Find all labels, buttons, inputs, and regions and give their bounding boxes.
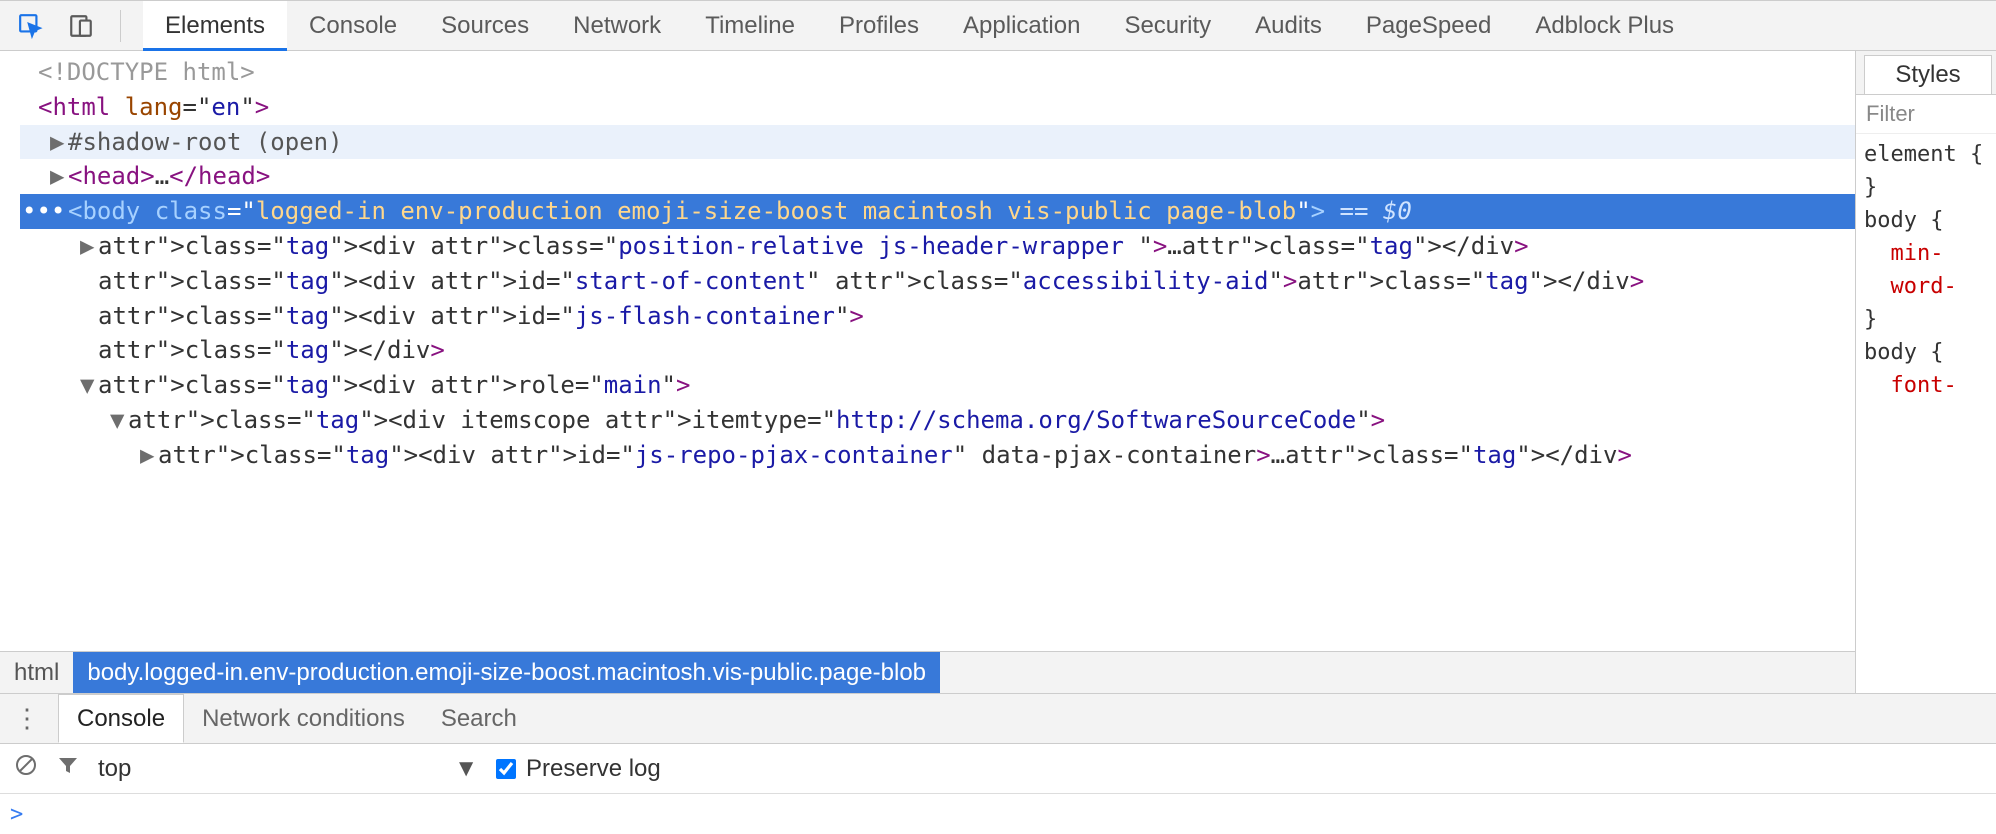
drawer-tab-console[interactable]: Console: [58, 694, 184, 743]
tab-application[interactable]: Application: [941, 1, 1102, 50]
expander-icon[interactable]: ▶: [50, 125, 68, 160]
inspect-element-icon[interactable]: [14, 9, 48, 43]
context-selector[interactable]: top ▼: [98, 755, 478, 783]
dom-node[interactable]: <!DOCTYPE html>: [20, 55, 1855, 90]
breadcrumb-item[interactable]: html: [0, 652, 73, 693]
expander-icon[interactable]: ▶: [140, 438, 158, 473]
filter-icon[interactable]: [56, 753, 80, 784]
dom-node[interactable]: ▼attr">class="tag"><div itemscope attr">…: [20, 403, 1855, 438]
dom-node[interactable]: ▼attr">class="tag"><div attr">role="main…: [20, 368, 1855, 403]
styles-filter-input[interactable]: Filter: [1856, 95, 1996, 134]
dom-node[interactable]: ▶attr">class="tag"><div attr">class="pos…: [20, 229, 1855, 264]
drawer-tab-network-conditions[interactable]: Network conditions: [184, 694, 423, 743]
main-tabs: ElementsConsoleSourcesNetworkTimelinePro…: [143, 1, 1696, 50]
drawer-tabs: ⋮ ConsoleNetwork conditionsSearch: [0, 694, 1996, 744]
styles-sidebar: Styles Filter element {}body { min- word…: [1856, 51, 1996, 693]
tab-network[interactable]: Network: [551, 1, 683, 50]
breadcrumb-item[interactable]: body.logged-in.env-production.emoji-size…: [73, 652, 940, 693]
tab-elements[interactable]: Elements: [143, 1, 287, 50]
devtools-toolbar: ElementsConsoleSourcesNetworkTimelinePro…: [0, 1, 1996, 51]
tab-security[interactable]: Security: [1102, 1, 1233, 50]
tab-pagespeed[interactable]: PageSpeed: [1344, 1, 1513, 50]
expander-icon[interactable]: ▼: [80, 368, 98, 403]
dom-node[interactable]: attr">class="tag"></div>: [20, 333, 1855, 368]
tab-sources[interactable]: Sources: [419, 1, 551, 50]
tab-audits[interactable]: Audits: [1233, 1, 1344, 50]
tab-profiles[interactable]: Profiles: [817, 1, 941, 50]
context-label: top: [98, 755, 131, 783]
dom-node[interactable]: ▶<head>…</head>: [20, 159, 1855, 194]
breadcrumb: htmlbody.logged-in.env-production.emoji-…: [0, 651, 1855, 693]
tab-console[interactable]: Console: [287, 1, 419, 50]
styles-tab[interactable]: Styles: [1864, 55, 1992, 94]
dom-node[interactable]: attr">class="tag"><div attr">id="js-flas…: [20, 299, 1855, 334]
preserve-log-label: Preserve log: [526, 755, 661, 783]
expander-icon[interactable]: ▶: [50, 159, 68, 194]
preserve-log-checkbox[interactable]: Preserve log: [496, 755, 661, 783]
chevron-down-icon: ▼: [454, 755, 478, 783]
dom-node[interactable]: ▶attr">class="tag"><div attr">id="js-rep…: [20, 438, 1855, 473]
tab-adblock-plus[interactable]: Adblock Plus: [1513, 1, 1696, 50]
expander-icon[interactable]: ▼: [110, 403, 128, 438]
dom-node-selected[interactable]: •••▼<body class="logged-in env-productio…: [20, 194, 1855, 229]
device-toggle-icon[interactable]: [64, 9, 98, 43]
toolbar-separator: [120, 10, 121, 42]
styles-rules[interactable]: element {}body { min- word-}body { font-: [1856, 134, 1996, 693]
dom-node[interactable]: attr">class="tag"><div attr">id="start-o…: [20, 264, 1855, 299]
console-toolbar: top ▼ Preserve log: [0, 744, 1996, 794]
drawer-tab-search[interactable]: Search: [423, 694, 535, 743]
clear-console-icon[interactable]: [14, 753, 38, 784]
dom-tree[interactable]: <!DOCTYPE html><html lang="en">▶#shadow-…: [0, 51, 1855, 651]
expander-icon[interactable]: ▶: [80, 229, 98, 264]
drawer-menu-icon[interactable]: ⋮: [14, 703, 40, 734]
console-drawer: ⋮ ConsoleNetwork conditionsSearch top ▼ …: [0, 693, 1996, 834]
dom-node[interactable]: ▶#shadow-root (open): [20, 125, 1855, 160]
dom-node[interactable]: <html lang="en">: [20, 90, 1855, 125]
console-prompt[interactable]: >: [10, 802, 23, 827]
tab-timeline[interactable]: Timeline: [683, 1, 817, 50]
